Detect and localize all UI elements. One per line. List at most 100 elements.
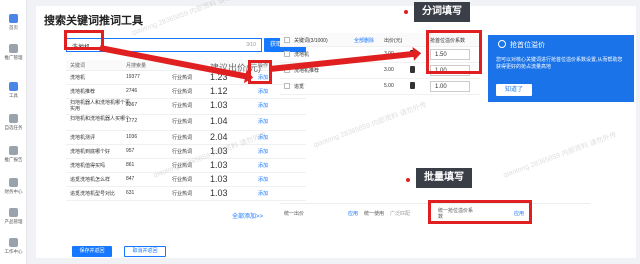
delete-all-button[interactable]: 全部删除 bbox=[354, 37, 374, 44]
nav-item-work[interactable]: 工作中心 bbox=[0, 238, 27, 255]
select-all-checkbox[interactable] bbox=[284, 37, 290, 43]
row-category: 行业热词 bbox=[172, 191, 193, 197]
trash-icon[interactable] bbox=[410, 82, 415, 89]
add-keyword-button[interactable]: 添加 bbox=[258, 118, 268, 125]
nav-item-promotion[interactable]: 推广管理 bbox=[0, 44, 27, 61]
row-keyword: 追觅洗地机怎么样 bbox=[70, 177, 111, 183]
bulk-highlight-box bbox=[428, 200, 532, 224]
row-bid-input[interactable]: 5.00 bbox=[384, 83, 394, 89]
row-keyword: 洗地机 bbox=[70, 75, 86, 81]
side-nav: 首页 推广管理 工具 自选任务 推广报告 财务中心 产品管理 工作中心 bbox=[0, 0, 27, 264]
add-keyword-button[interactable]: 添加 bbox=[258, 88, 268, 95]
nav-label: 推广管理 bbox=[4, 55, 23, 61]
task-icon bbox=[9, 114, 18, 123]
page-title: 搜索关键词推词工具 bbox=[44, 15, 143, 27]
cancel-and-return-button[interactable]: 取消并返回 bbox=[124, 246, 166, 257]
callout-dot bbox=[404, 10, 408, 14]
home-icon bbox=[9, 14, 18, 23]
save-and-return-button[interactable]: 保存并返回 bbox=[72, 246, 112, 257]
row-keyword: 洗地机测评 bbox=[70, 135, 96, 141]
row-keyword: 追觅洗地机型号对比 bbox=[70, 191, 116, 197]
tooltip-title: 抢首位溢价 bbox=[510, 42, 545, 49]
nav-item-home[interactable]: 首页 bbox=[0, 14, 27, 31]
table-row: 追觅洗地机型号对比 631 行业热词 1.03 添加 bbox=[66, 187, 306, 201]
nav-label: 工具 bbox=[8, 93, 18, 99]
row-category: 行业热词 bbox=[172, 75, 193, 81]
nav-item-finance[interactable]: 财务中心 bbox=[0, 178, 27, 195]
nav-label: 自选任务 bbox=[4, 125, 23, 131]
promotion-icon bbox=[9, 44, 18, 53]
table-row: 扫地机器人和洗地机哪个更实用 2367 行业热词 1.03 添加 bbox=[66, 99, 306, 115]
premium-highlight-box bbox=[426, 30, 482, 74]
row-bid: 1.03 bbox=[210, 160, 228, 170]
row-volume: 861 bbox=[126, 162, 135, 168]
premium-tooltip: 抢首位溢价 您可以对核心关键词进行抢首位溢价系数设置,从而帮助您获得更好的抢占流… bbox=[488, 35, 634, 102]
nav-label: 推广报告 bbox=[4, 157, 23, 163]
row-keyword: 追觅 bbox=[294, 84, 305, 90]
add-all-link[interactable]: 全部添加>> bbox=[232, 211, 263, 220]
row-keyword: 扫地机器人和洗地机哪个更实用 bbox=[70, 100, 131, 112]
add-keyword-button[interactable]: 添加 bbox=[258, 176, 268, 183]
row-volume: 847 bbox=[126, 176, 135, 182]
row-keyword: 洗地机 bbox=[294, 52, 310, 58]
row-category: 行业热词 bbox=[172, 149, 193, 155]
add-keyword-button[interactable]: 添加 bbox=[258, 148, 268, 155]
tooltip-text: 您可以对核心关键词进行抢首位溢价系数设置,从而帮助您获得更好的抢占流量高地 bbox=[496, 57, 623, 70]
nav-label: 工作中心 bbox=[4, 249, 23, 255]
nav-label: 产品管理 bbox=[4, 219, 23, 225]
row-category: 行业热词 bbox=[172, 177, 193, 183]
match-type-select[interactable]: 广泛匹配 bbox=[390, 210, 410, 217]
row-volume: 2367 bbox=[126, 102, 138, 108]
table-row: 追觅 5.00 1.00 bbox=[280, 79, 480, 95]
add-keyword-button[interactable]: 添加 bbox=[258, 190, 268, 197]
location-icon bbox=[498, 40, 506, 48]
row-volume: 1036 bbox=[126, 134, 138, 140]
work-icon bbox=[9, 238, 18, 247]
row-checkbox[interactable] bbox=[284, 83, 290, 89]
search-highlight-box bbox=[64, 30, 104, 50]
bulk-match-label: 统一使用 bbox=[364, 211, 385, 217]
nav-item-task[interactable]: 自选任务 bbox=[0, 114, 27, 131]
search-count: 3/10 bbox=[246, 42, 256, 48]
premium-value: 1.00 bbox=[435, 84, 447, 90]
finance-icon bbox=[9, 178, 18, 187]
row-checkbox[interactable] bbox=[284, 51, 290, 57]
nav-label: 首页 bbox=[8, 25, 18, 31]
row-keyword: 洗地机推荐 bbox=[70, 89, 96, 95]
nav-item-report[interactable]: 推广报告 bbox=[0, 146, 27, 163]
split-fill-callout: 分词填写 bbox=[414, 2, 470, 22]
premium-input[interactable]: 1.00 bbox=[430, 81, 470, 92]
tool-icon bbox=[9, 82, 18, 91]
row-bid: 1.03 bbox=[210, 188, 228, 198]
bulk-fill-callout: 批量填写 bbox=[416, 168, 472, 188]
add-keyword-button[interactable]: 添加 bbox=[258, 102, 268, 109]
table-row: 扫地机和洗地机器人买哪个 1772 行业热词 1.04 添加 bbox=[66, 115, 306, 131]
tooltip-ok-button[interactable]: 知道了 bbox=[496, 84, 532, 96]
table-row: 洗地机测评 1036 行业热词 2.04 添加 bbox=[66, 131, 306, 145]
row-bid: 1.03 bbox=[210, 174, 228, 184]
table-row: 洗地机推荐 2746 行业热词 1.12 添加 bbox=[66, 85, 306, 99]
bulk-bid-label: 统一出价 bbox=[284, 211, 305, 217]
report-icon bbox=[9, 146, 18, 155]
row-bid: 1.03 bbox=[210, 100, 228, 110]
row-volume: 957 bbox=[126, 148, 135, 154]
add-keyword-button[interactable]: 添加 bbox=[258, 162, 268, 169]
row-volume: 1772 bbox=[126, 118, 138, 124]
row-bid: 2.04 bbox=[210, 132, 228, 142]
bulk-bid-apply-button[interactable]: 应用 bbox=[348, 210, 358, 217]
col-keyword: 关键词(3/1000) bbox=[294, 38, 328, 44]
product-icon bbox=[9, 208, 18, 217]
col-keyword: 关键词 bbox=[70, 63, 86, 69]
row-bid: 1.12 bbox=[210, 86, 228, 96]
trash-icon[interactable] bbox=[410, 66, 415, 73]
row-bid: 1.04 bbox=[210, 116, 228, 126]
nav-label: 财务中心 bbox=[4, 189, 23, 195]
nav-item-product[interactable]: 产品管理 bbox=[0, 208, 27, 225]
row-bid-input[interactable]: 3.00 bbox=[384, 67, 394, 73]
row-category: 行业热词 bbox=[172, 103, 193, 109]
row-volume: 2746 bbox=[126, 88, 138, 94]
row-volume: 631 bbox=[126, 190, 135, 196]
row-keyword: 洗地机到底哪个好 bbox=[70, 149, 111, 155]
row-keyword: 洗地机值得买吗 bbox=[70, 163, 106, 169]
nav-item-tool[interactable]: 工具 bbox=[0, 82, 27, 99]
